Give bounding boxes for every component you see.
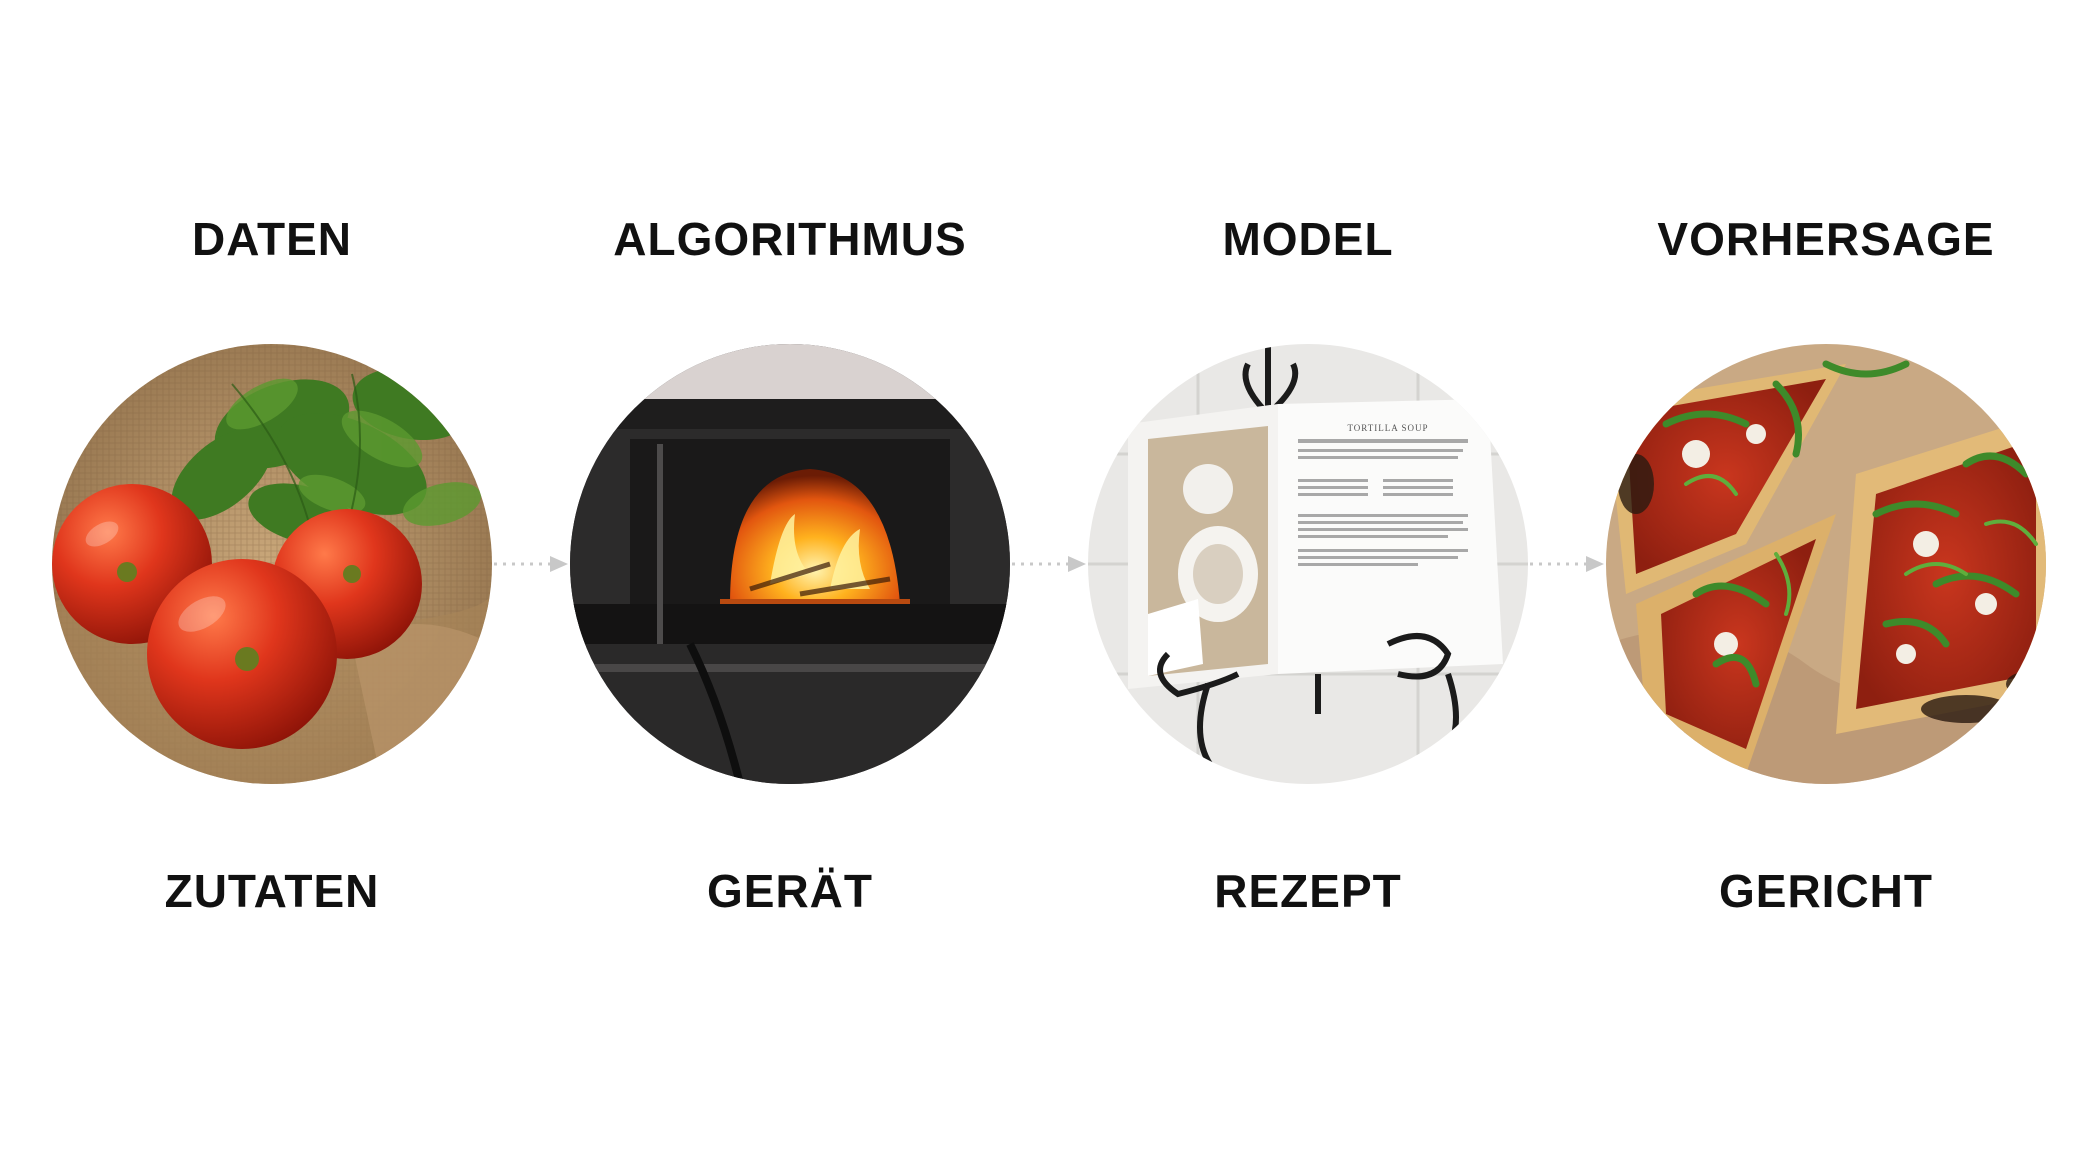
stage-caption-geraet: GERÄT [707,865,873,917]
book-page-heading: TORTILLA SOUP [1347,423,1428,433]
flow-arrow-2 [1012,554,1088,574]
stage-caption-zutaten: ZUTATEN [164,865,380,917]
tomatoes-basil-photo [52,344,492,784]
flow-arrow-3 [1530,554,1606,574]
pizza-oven-photo [570,344,1010,784]
pipeline-diagram: DATEN ALGORITHMUS MODEL VORHERSAGE TORTI… [0,0,2078,1168]
stage-caption-rezept: REZEPT [1214,865,1402,917]
stage-caption-gericht: GERICHT [1719,865,1933,917]
flow-arrow-1 [494,554,570,574]
pizza-photo [1606,344,2046,784]
stage-title-algorithmus: ALGORITHMUS [613,213,967,265]
cookbook-photo: TORTILLA SOUP [1088,344,1528,784]
stage-title-daten: DATEN [191,213,353,265]
stage-title-model: MODEL [1222,213,1394,265]
stage-title-vorhersage: VORHERSAGE [1657,213,1995,265]
